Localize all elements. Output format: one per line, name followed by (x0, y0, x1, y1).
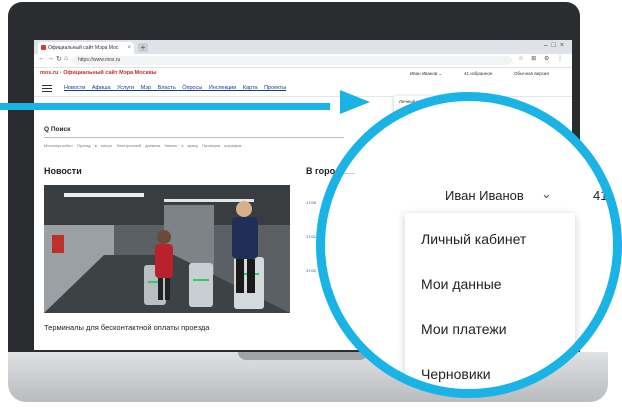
feed-time[interactable]: 17:00 (306, 186, 316, 220)
favorites-link[interactable]: 41 избранное (464, 71, 492, 76)
callout-arrow (0, 103, 330, 110)
chevron-down-icon[interactable]: ⌄ (541, 186, 552, 202)
quick-links[interactable]: Мосэнергосбыт Проезд в метро Электронный… (44, 143, 241, 148)
menu-item-drafts[interactable]: Черновики (421, 366, 491, 382)
site-favicon-icon (41, 45, 46, 50)
site-header: mos.ru · Официальный сайт Мэра Москвы Ив… (34, 68, 572, 80)
back-icon[interactable]: ← (38, 55, 45, 62)
zoom-magnifier: Иван Иванов ⌄ 41 се Личный кабинет Мои д… (316, 92, 622, 398)
partial-text: вра (345, 361, 367, 376)
city-feed: 17:00 17:01 17:02 (306, 186, 316, 288)
new-tab-button[interactable]: + (138, 43, 148, 52)
menu-item-my-data[interactable]: Мои данные (421, 276, 502, 292)
news-heading: Новости (44, 166, 82, 176)
menu-item-payments[interactable]: Мои платежи (421, 321, 507, 337)
tab-title: Официальный сайт Мэра Мос (48, 45, 119, 51)
user-menu-trigger[interactable]: Иван Иванов (445, 188, 524, 203)
site-logo[interactable]: mos.ru · Официальный сайт Мэра Москвы (40, 70, 156, 76)
laptop-notch (238, 352, 368, 360)
news-photo[interactable] (44, 185, 290, 313)
menu-icon[interactable] (42, 85, 52, 92)
callout-arrow-head (340, 90, 370, 114)
extensions-icons[interactable]: ☆ ⊞ ⚙ ⋮ (518, 55, 566, 62)
search-underline (44, 137, 344, 138)
menu-item-cabinet[interactable]: Личный кабинет (421, 231, 526, 247)
home-icon[interactable]: ⌂ (64, 55, 68, 62)
user-dropdown: Личный кабинет Мои данные Мои платежи Че… (405, 213, 575, 389)
user-menu-small[interactable]: Иван Иванов ⌄ (410, 71, 442, 77)
version-link[interactable]: Обычная версия (514, 71, 549, 76)
close-icon[interactable]: × (127, 42, 131, 54)
address-bar: ← → ↻ ⌂ https://www.mos.ru ☆ ⊞ ⚙ ⋮ (34, 54, 572, 68)
reload-icon[interactable]: ↻ (56, 55, 62, 63)
search-input[interactable]: Q Поиск (44, 126, 70, 133)
window-controls[interactable]: –□× (544, 42, 568, 49)
tab-bar: Официальный сайт Мэра Мос × + –□× (34, 40, 572, 54)
news-caption[interactable]: Терминалы для бесконтактной оплаты проез… (44, 323, 304, 332)
metro-turnstiles-image (44, 185, 290, 313)
feed-time[interactable]: 17:01 (306, 220, 316, 254)
browser-tab[interactable]: Официальный сайт Мэра Мос × (38, 42, 134, 54)
url-input[interactable]: https://www.mos.ru (72, 56, 512, 65)
favorites-count[interactable]: 41 се (593, 188, 613, 203)
header-divider (325, 173, 355, 174)
forward-icon[interactable]: → (47, 55, 54, 62)
menu-links[interactable]: Новости Афиша Услуги Мэр Власть Öпросы И… (64, 85, 286, 91)
feed-time[interactable]: 17:02 (306, 254, 316, 288)
